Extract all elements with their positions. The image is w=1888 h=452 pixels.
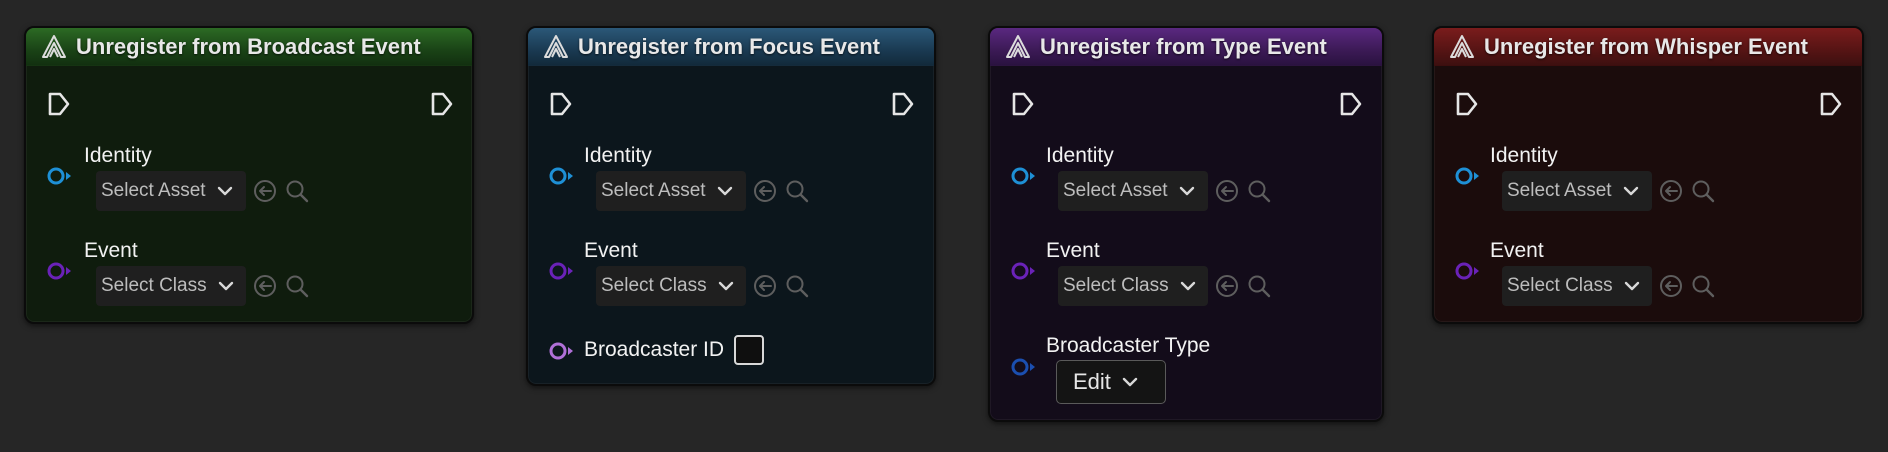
node-title: Unregister from Whisper Event [1484,33,1808,59]
use-selected-icon[interactable] [752,273,778,299]
node-header[interactable]: Unregister from Whisper Event [1434,28,1862,66]
identity-asset-select[interactable]: Select Asset [1058,171,1208,211]
event-label: Event [1490,239,1544,262]
browse-icon[interactable] [784,178,810,204]
event-class-select[interactable]: Select Class [96,266,246,306]
use-selected-icon[interactable] [1658,273,1684,299]
node-unregister-whisper[interactable]: Unregister from Whisper Event Identity S… [1432,26,1864,324]
event-pin-icon[interactable] [1454,260,1484,282]
event-label: Event [1046,239,1100,262]
use-selected-icon[interactable] [1214,178,1240,204]
select-value: Select Asset [601,180,706,201]
browse-icon[interactable] [1690,178,1716,204]
event-class-select[interactable]: Select Class [596,266,746,306]
browse-icon[interactable] [1246,273,1272,299]
unreal-logo-icon [1004,33,1032,61]
broadcaster-type-edit-button[interactable]: Edit [1056,360,1166,404]
identity-pin-icon[interactable] [46,165,76,187]
identity-asset-select[interactable]: Select Asset [1502,171,1652,211]
node-unregister-focus[interactable]: Unregister from Focus Event Identity Sel… [526,26,936,386]
identity-label: Identity [84,144,152,167]
select-value: Select Class [1063,275,1169,296]
node-title: Unregister from Type Event [1040,33,1327,59]
node-unregister-broadcast[interactable]: Unregister from Broadcast Event Identity… [24,26,474,324]
select-value: Select Class [1507,275,1613,296]
use-selected-icon[interactable] [252,273,278,299]
use-selected-icon[interactable] [252,178,278,204]
identity-label: Identity [584,144,652,167]
use-selected-icon[interactable] [1658,178,1684,204]
identity-asset-select[interactable]: Select Asset [96,171,246,211]
exec-in-pin-icon[interactable] [1454,89,1480,119]
broadcaster-id-pin-icon[interactable] [548,340,578,362]
identity-label: Identity [1046,144,1114,167]
browse-icon[interactable] [284,273,310,299]
broadcaster-id-checkbox[interactable] [734,335,764,365]
event-pin-icon[interactable] [46,260,76,282]
use-selected-icon[interactable] [1214,273,1240,299]
identity-pin-icon[interactable] [1454,165,1484,187]
exec-out-pin-icon[interactable] [1818,89,1844,119]
browse-icon[interactable] [1246,178,1272,204]
identity-asset-select[interactable]: Select Asset [596,171,746,211]
select-value: Select Class [601,275,707,296]
event-class-select[interactable]: Select Class [1502,266,1652,306]
identity-pin-icon[interactable] [548,165,578,187]
exec-out-pin-icon[interactable] [429,89,455,119]
node-header[interactable]: Unregister from Broadcast Event [26,28,472,66]
identity-pin-icon[interactable] [1010,165,1040,187]
event-pin-icon[interactable] [1010,260,1040,282]
chevron-down-icon [717,280,735,292]
select-value: Select Class [101,275,207,296]
browse-icon[interactable] [1690,273,1716,299]
node-unregister-type[interactable]: Unregister from Type Event Identity Sele… [988,26,1384,422]
chevron-down-icon [1179,280,1197,292]
select-value: Select Asset [1507,180,1612,201]
event-label: Event [84,239,138,262]
event-pin-icon[interactable] [548,260,578,282]
edit-button-label: Edit [1073,369,1111,394]
unreal-logo-icon [40,33,68,61]
browse-icon[interactable] [784,273,810,299]
node-header[interactable]: Unregister from Focus Event [528,28,934,66]
exec-in-pin-icon[interactable] [548,89,574,119]
event-class-select[interactable]: Select Class [1058,266,1208,306]
chevron-down-icon [1121,376,1139,388]
broadcaster-type-label: Broadcaster Type [1046,334,1211,357]
chevron-down-icon [1623,280,1641,292]
node-title: Unregister from Broadcast Event [76,33,421,59]
node-header[interactable]: Unregister from Type Event [990,28,1382,66]
exec-out-pin-icon[interactable] [1338,89,1364,119]
broadcaster-id-label: Broadcaster ID [584,338,725,361]
node-title: Unregister from Focus Event [578,33,880,59]
chevron-down-icon [716,185,734,197]
chevron-down-icon [1622,185,1640,197]
event-label: Event [584,239,638,262]
broadcaster-type-pin-icon[interactable] [1010,356,1040,378]
browse-icon[interactable] [284,178,310,204]
chevron-down-icon [217,280,235,292]
select-value: Select Asset [1063,180,1168,201]
exec-in-pin-icon[interactable] [1010,89,1036,119]
unreal-logo-icon [1448,33,1476,61]
unreal-logo-icon [542,33,570,61]
identity-label: Identity [1490,144,1558,167]
select-value: Select Asset [101,180,206,201]
use-selected-icon[interactable] [752,178,778,204]
exec-out-pin-icon[interactable] [890,89,916,119]
chevron-down-icon [1178,185,1196,197]
exec-in-pin-icon[interactable] [46,89,72,119]
chevron-down-icon [216,185,234,197]
